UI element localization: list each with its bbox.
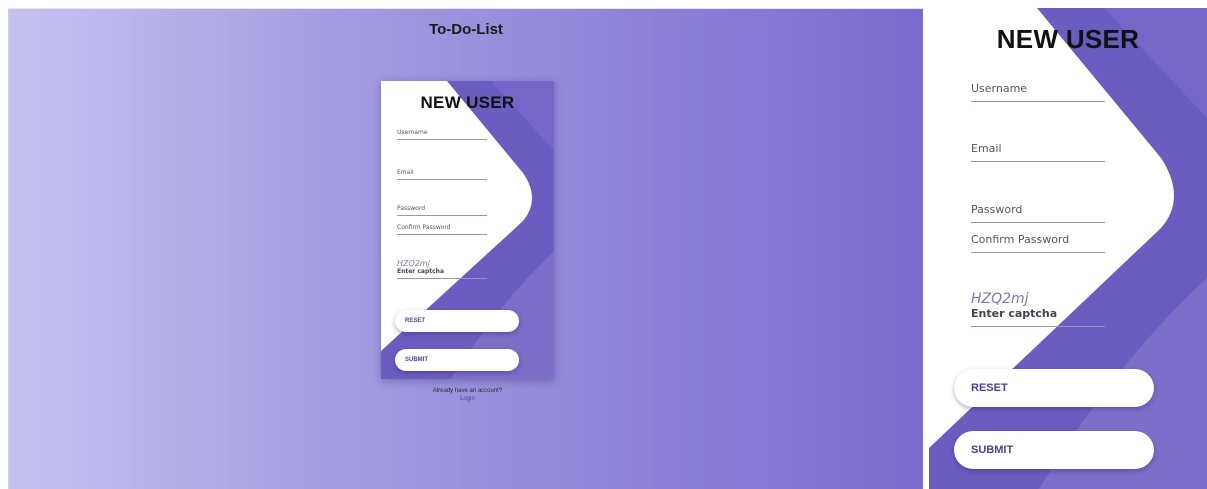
captcha-code: HZQ2mj: [397, 259, 430, 268]
captcha-field[interactable]: HZQ2mj Enter captcha: [397, 259, 487, 279]
reset-button-zoomed[interactable]: RESET: [954, 369, 1154, 407]
confirm-password-field[interactable]: Confirm Password: [397, 224, 487, 235]
login-prompt: Already have an account?: [432, 388, 503, 394]
app-screenshot-scaled: To-Do-List NEW USER Username Email Passw…: [8, 8, 923, 489]
app-title: To-Do-List: [429, 21, 503, 38]
captcha-label: Enter captcha: [397, 268, 445, 275]
username-field-zoomed[interactable]: Username: [971, 82, 1105, 102]
captcha-field-zoomed[interactable]: HZQ2mj Enter captcha: [971, 291, 1105, 327]
captcha-code-zoomed: HZQ2mj: [971, 291, 1029, 307]
email-field-zoomed[interactable]: Email: [971, 142, 1105, 162]
captcha-label-zoomed: Enter captcha: [971, 307, 1058, 320]
register-card-zoomed: NEW USER Username Email Password Confirm…: [929, 8, 1207, 489]
divider: [923, 0, 928, 489]
reset-button[interactable]: RESET: [395, 310, 519, 332]
submit-button[interactable]: SUBMIT: [395, 349, 519, 371]
form-title: NEW USER: [420, 93, 515, 112]
password-field-zoomed[interactable]: Password: [971, 203, 1105, 223]
register-card: NEW USER Username Email Password Confirm…: [381, 81, 554, 379]
form-title-zoomed: NEW USER: [996, 24, 1140, 54]
submit-button-zoomed[interactable]: SUBMIT: [954, 431, 1154, 469]
app-screenshot-zoomed: NEW USER Username Email Password Confirm…: [929, 8, 1207, 489]
password-field[interactable]: Password: [397, 205, 487, 216]
confirm-password-field-zoomed[interactable]: Confirm Password: [971, 233, 1105, 253]
email-field[interactable]: Email: [397, 169, 487, 180]
login-link[interactable]: Login: [381, 396, 554, 402]
username-field[interactable]: Username: [397, 129, 487, 140]
